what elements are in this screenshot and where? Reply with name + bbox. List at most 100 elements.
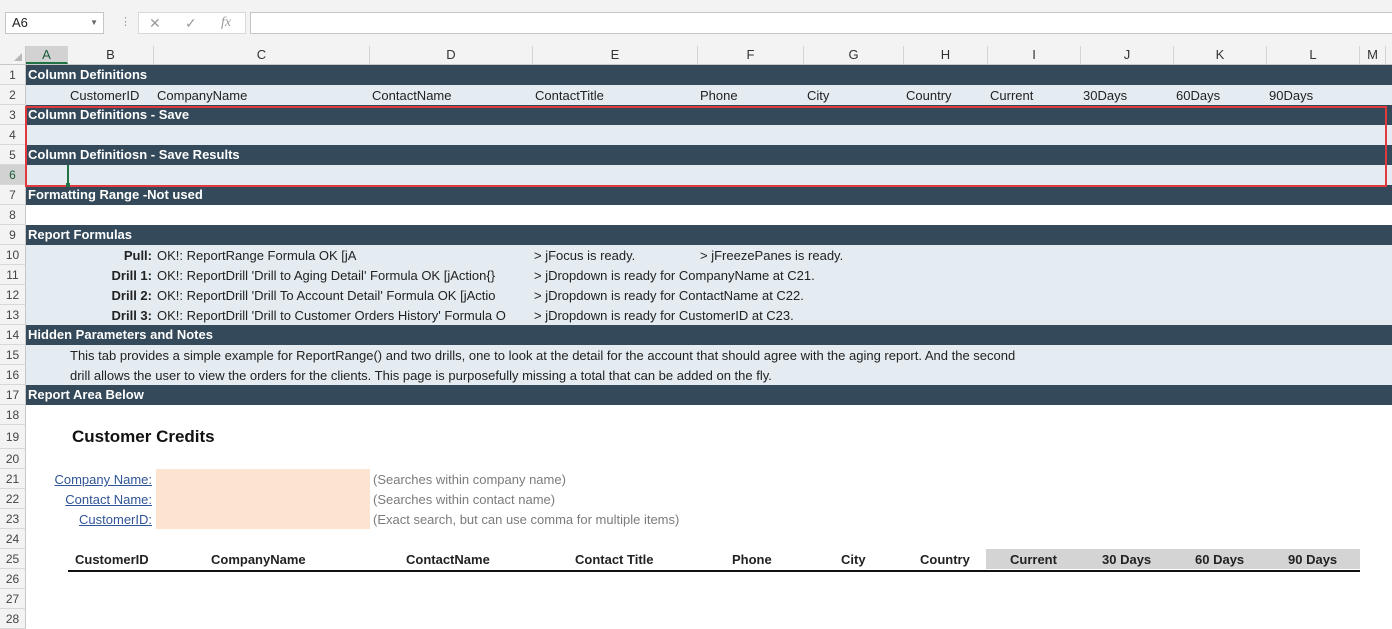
formula-message-2: > jFreezePanes is ready.	[700, 248, 844, 263]
row-header[interactable]: 17	[0, 385, 26, 405]
section-header-row[interactable]: Formatting Range -Not used	[26, 185, 1392, 205]
report-header-cell[interactable]: CustomerID	[75, 552, 149, 567]
company-name-label[interactable]: Company Name:	[30, 472, 152, 487]
report-header-cell[interactable]: Current	[1010, 552, 1057, 567]
column-header-h[interactable]: H	[904, 46, 988, 64]
empty-row[interactable]	[26, 609, 1392, 629]
section-title: Report Area Below	[28, 387, 144, 402]
row-header[interactable]: 9	[0, 225, 26, 245]
column-header-e[interactable]: E	[533, 46, 698, 64]
empty-row[interactable]	[26, 405, 1392, 425]
report-header-cell[interactable]: ContactName	[406, 552, 490, 567]
row-header[interactable]: 5	[0, 145, 26, 165]
report-header-cell[interactable]: 90 Days	[1288, 552, 1337, 567]
column-definitions-row[interactable]: CustomerID CompanyName ContactName Conta…	[26, 85, 1392, 105]
column-header-d[interactable]: D	[370, 46, 533, 64]
row-header[interactable]: 2	[0, 85, 26, 105]
formula-bar: A6 ▼ ⋮ ✕ ✓ fx	[0, 0, 1392, 46]
formula-row[interactable]: Drill 1: OK!: ReportDrill 'Drill to Agin…	[26, 265, 1392, 285]
section-header-row[interactable]: Report Formulas	[26, 225, 1392, 245]
row-header[interactable]: 23	[0, 509, 26, 529]
empty-row[interactable]	[26, 449, 1392, 469]
contact-name-input[interactable]	[156, 489, 370, 509]
formula-label: Pull:	[123, 248, 152, 263]
row-header[interactable]: 15	[0, 345, 26, 365]
row-header[interactable]: 25	[0, 549, 26, 569]
formula-row[interactable]: Drill 2: OK!: ReportDrill 'Drill To Acco…	[26, 285, 1392, 305]
row-header[interactable]: 6	[0, 165, 26, 185]
chevron-down-icon[interactable]: ▼	[90, 13, 98, 33]
section-header-row[interactable]: Hidden Parameters and Notes	[26, 325, 1392, 345]
insert-function-icon[interactable]: fx	[221, 15, 231, 31]
filter-row: CustomerID: (Exact search, but can use c…	[26, 509, 1392, 529]
name-box[interactable]: A6 ▼	[5, 12, 104, 34]
column-header-f[interactable]: F	[698, 46, 804, 64]
row-header[interactable]: 12	[0, 285, 26, 305]
formula-row[interactable]: Drill 3: OK!: ReportDrill 'Drill to Cust…	[26, 305, 1392, 325]
column-header-l[interactable]: L	[1267, 46, 1360, 64]
customer-id-input[interactable]	[156, 509, 370, 529]
column-header-bar: A B C D E F G H I J K L M	[0, 46, 1392, 65]
report-header-cell[interactable]: Country	[920, 552, 970, 567]
column-header-c[interactable]: C	[154, 46, 370, 64]
report-header-cell[interactable]: Phone	[732, 552, 772, 567]
row-header[interactable]: 13	[0, 305, 26, 325]
customer-id-label[interactable]: CustomerID:	[30, 512, 152, 527]
column-header-k[interactable]: K	[1174, 46, 1267, 64]
company-name-input[interactable]	[156, 469, 370, 489]
report-title: Customer Credits	[72, 427, 215, 446]
section-header-row[interactable]: Column Definitions	[26, 65, 1392, 85]
report-title-row[interactable]: Customer Credits	[26, 425, 1392, 449]
row-header[interactable]: 14	[0, 325, 26, 345]
row-header[interactable]: 18	[0, 405, 26, 425]
report-header-row: CustomerID CompanyName ContactName Conta…	[26, 549, 1392, 572]
row-header[interactable]: 8	[0, 205, 26, 225]
row-header[interactable]: 7	[0, 185, 26, 205]
report-header-cell[interactable]: City	[841, 552, 866, 567]
report-header-cell[interactable]: Contact Title	[575, 552, 654, 567]
column-header-j[interactable]: J	[1081, 46, 1174, 64]
column-header-m[interactable]: M	[1360, 46, 1386, 64]
empty-row[interactable]	[26, 569, 1392, 589]
empty-row[interactable]	[26, 589, 1392, 609]
row-header[interactable]: 11	[0, 265, 26, 285]
notes-row[interactable]: This tab provides a simple example for R…	[26, 345, 1392, 365]
notes-row[interactable]: drill allows the user to view the orders…	[26, 365, 1392, 385]
column-header-g[interactable]: G	[804, 46, 904, 64]
row-header[interactable]: 19	[0, 425, 26, 449]
formula-status: OK!: ReportDrill 'Drill to Customer Orde…	[157, 308, 506, 323]
more-options-icon[interactable]: ⋮	[120, 17, 131, 28]
row-header[interactable]: 24	[0, 529, 26, 549]
formula-input[interactable]	[250, 12, 1392, 34]
row-header[interactable]: 1	[0, 65, 26, 85]
empty-row[interactable]	[26, 529, 1392, 549]
report-header-cell[interactable]: 60 Days	[1195, 552, 1244, 567]
select-all-button[interactable]	[0, 46, 26, 64]
report-header-cell[interactable]: 30 Days	[1102, 552, 1151, 567]
row-header[interactable]: 21	[0, 469, 26, 489]
section-header-row[interactable]: Report Area Below	[26, 385, 1392, 405]
formula-row[interactable]: Pull: OK!: ReportRange Formula OK [jA > …	[26, 245, 1392, 265]
fill-handle[interactable]	[66, 183, 70, 187]
row-header[interactable]: 22	[0, 489, 26, 509]
row-header[interactable]: 26	[0, 569, 26, 589]
row-header[interactable]: 28	[0, 609, 26, 629]
active-cell-cursor	[67, 165, 69, 183]
row-header[interactable]: 4	[0, 125, 26, 145]
row-header[interactable]: 10	[0, 245, 26, 265]
formula-message: > jDropdown is ready for CompanyName at …	[534, 268, 815, 283]
column-header-i[interactable]: I	[988, 46, 1081, 64]
formula-status: OK!: ReportRange Formula OK [jA	[157, 248, 357, 263]
column-header-b[interactable]: B	[68, 46, 154, 64]
row-header[interactable]: 16	[0, 365, 26, 385]
row-header[interactable]: 27	[0, 589, 26, 609]
cancel-icon[interactable]: ✕	[149, 15, 161, 32]
enter-icon[interactable]: ✓	[185, 15, 197, 32]
name-box-value: A6	[12, 15, 28, 30]
row-header[interactable]: 3	[0, 105, 26, 125]
column-header-a[interactable]: A	[26, 46, 68, 64]
report-header-cell[interactable]: CompanyName	[211, 552, 306, 567]
empty-row[interactable]	[26, 205, 1392, 225]
contact-name-label[interactable]: Contact Name:	[30, 492, 152, 507]
row-header[interactable]: 20	[0, 449, 26, 469]
